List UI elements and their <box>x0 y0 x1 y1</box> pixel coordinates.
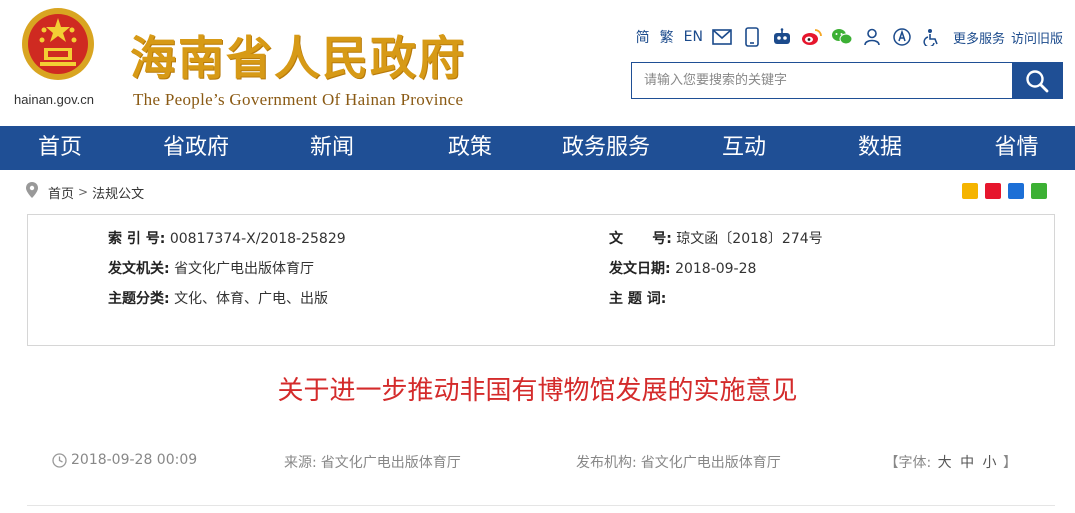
traditional-chinese-link[interactable]: 繁 <box>660 27 674 47</box>
divider <box>27 505 1055 506</box>
national-emblem-logo[interactable] <box>20 6 96 82</box>
main-nav: 首页 省政府 新闻 政策 政务服务 互动 数据 省情 <box>0 126 1075 170</box>
weibo-icon[interactable] <box>801 26 823 48</box>
site-title-en: The People’s Government Of Hainan Provin… <box>133 90 464 109</box>
nav-item-government[interactable]: 省政府 <box>136 126 256 170</box>
site-domain: hainan.gov.cn <box>14 92 94 107</box>
doc-number-row: 文 号: 琼文函〔2018〕274号 <box>609 228 823 248</box>
issue-date-label: 发文日期: <box>609 261 671 277</box>
old-version-link[interactable]: 访问旧版 <box>1011 28 1063 47</box>
index-number-row: 索 引 号: 00817374-X/2018-25829 <box>108 228 346 248</box>
font-size-switcher: 【字体: 大 中 小 】 <box>884 452 1017 472</box>
topic-label: 主题分类: <box>108 291 170 307</box>
english-link[interactable]: EN <box>684 29 703 45</box>
search-button[interactable] <box>1012 63 1062 98</box>
article-datetime: 2018-09-28 00:09 <box>52 452 197 468</box>
topic-value: 文化、体育、广电、出版 <box>174 291 329 307</box>
article-source-value: 省文化广电出版体育厅 <box>320 455 461 471</box>
issue-date-value: 2018-09-28 <box>675 261 757 277</box>
article-title: 关于进一步推动非国有博物馆发展的实施意见 <box>277 376 798 406</box>
article-publisher: 发布机构: 省文化广电出版体育厅 <box>576 452 781 472</box>
user-icon[interactable] <box>861 26 883 48</box>
article-publisher-value: 省文化广电出版体育厅 <box>640 455 781 471</box>
doc-number-value: 琼文函〔2018〕274号 <box>676 231 823 247</box>
qzone-share-icon[interactable] <box>962 183 978 199</box>
font-size-close: 】 <box>1003 455 1017 471</box>
issuer-label: 发文机关: <box>108 261 170 277</box>
more-services-link[interactable]: 更多服务 <box>953 28 1005 47</box>
font-size-medium[interactable]: 中 <box>960 455 974 471</box>
mail-icon[interactable] <box>711 26 733 48</box>
mobile-icon[interactable] <box>741 26 763 48</box>
simplified-chinese-link[interactable]: 简 <box>636 27 650 47</box>
accessibility-icon[interactable] <box>891 26 913 48</box>
issue-date-row: 发文日期: 2018-09-28 <box>609 258 756 278</box>
article-source: 来源: 省文化广电出版体育厅 <box>284 452 461 472</box>
breadcrumb-home[interactable]: 首页 <box>48 183 74 202</box>
weibo-share-icon[interactable] <box>985 183 1001 199</box>
font-size-small[interactable]: 小 <box>983 455 997 471</box>
nav-item-services[interactable]: 政务服务 <box>546 126 666 170</box>
article-publisher-label: 发布机构: <box>576 455 637 471</box>
document-info-box: 索 引 号: 00817374-X/2018-25829 文 号: 琼文函〔20… <box>27 214 1055 346</box>
keywords-row: 主 题 词: <box>609 288 666 308</box>
chevron-right-icon: > <box>78 185 89 199</box>
header-toolbar: 简 繁 EN 更多服务 访问旧版 <box>626 26 1063 48</box>
keywords-label: 主 题 词: <box>609 291 667 307</box>
location-pin-icon <box>26 182 38 202</box>
doc-number-label: 文 号: <box>609 231 672 247</box>
issuer-value: 省文化广电出版体育厅 <box>174 261 315 277</box>
font-size-large[interactable]: 大 <box>938 455 952 471</box>
elder-mode-icon[interactable] <box>921 26 943 48</box>
people-share-icon[interactable] <box>1008 183 1024 199</box>
index-number-label: 索 引 号: <box>108 231 166 247</box>
font-size-open: 【字体: <box>884 455 932 471</box>
nav-item-province-info[interactable]: 省情 <box>958 126 1075 170</box>
breadcrumb-current[interactable]: 法规公文 <box>92 183 144 202</box>
nav-item-interaction[interactable]: 互动 <box>684 126 804 170</box>
nav-item-news[interactable]: 新闻 <box>272 126 392 170</box>
search-input[interactable] <box>632 63 1012 98</box>
nav-item-home[interactable]: 首页 <box>0 126 120 170</box>
breadcrumb: 首页 > 法规公文 <box>26 182 144 202</box>
search-icon <box>1026 69 1049 92</box>
share-bar <box>955 183 1047 199</box>
topic-row: 主题分类: 文化、体育、广电、出版 <box>108 288 328 308</box>
index-number-value: 00817374-X/2018-25829 <box>169 231 346 247</box>
wechat-icon[interactable] <box>831 26 853 48</box>
search-box <box>631 62 1063 99</box>
article-datetime-value: 2018-09-28 00:09 <box>71 452 198 468</box>
site-header: hainan.gov.cn 海南省人民政府 The People’s Gover… <box>0 0 1075 126</box>
wechat-share-icon[interactable] <box>1031 183 1047 199</box>
issuer-row: 发文机关: 省文化广电出版体育厅 <box>108 258 314 278</box>
nav-item-data[interactable]: 数据 <box>820 126 940 170</box>
site-title-cn[interactable]: 海南省人民政府 <box>130 22 466 88</box>
nav-item-policy[interactable]: 政策 <box>410 126 530 170</box>
clock-icon <box>52 452 67 468</box>
article-source-label: 来源: <box>284 455 317 471</box>
robot-icon[interactable] <box>771 26 793 48</box>
